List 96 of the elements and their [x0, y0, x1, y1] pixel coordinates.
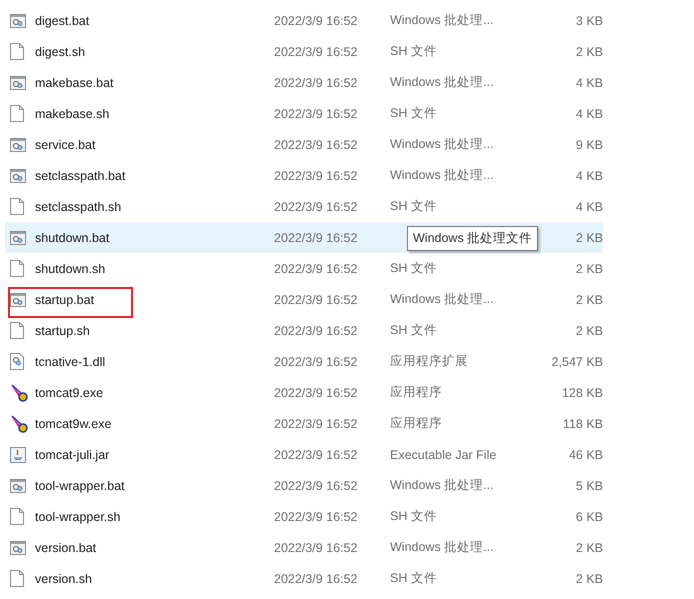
- file-type: SH 文件: [390, 106, 437, 120]
- file-size: 2 KB: [576, 44, 603, 58]
- file-name[interactable]: makebase.bat: [35, 76, 114, 90]
- tooltip: Windows 批处理文件: [407, 226, 538, 251]
- batch-file-icon: [10, 12, 26, 28]
- document-icon: [10, 570, 24, 587]
- feather-icon: [10, 414, 28, 432]
- document-icon: [10, 508, 24, 525]
- file-name[interactable]: digest.sh: [35, 44, 86, 58]
- batch-file-icon: [10, 230, 26, 246]
- file-size: 2 KB: [576, 324, 603, 338]
- file-name[interactable]: setclasspath.sh: [35, 200, 122, 214]
- file-size: 2 KB: [576, 262, 603, 276]
- modified-date: 2022/3/9 16:52: [274, 138, 358, 152]
- modified-date: 2022/3/9 16:52: [274, 14, 358, 28]
- file-name[interactable]: digest.bat: [35, 14, 90, 28]
- batch-file-icon: [10, 74, 26, 90]
- modified-date: 2022/3/9 16:52: [274, 200, 358, 214]
- file-type: SH 文件: [390, 261, 437, 275]
- file-name[interactable]: version.sh: [35, 572, 92, 586]
- batch-file-icon: [10, 292, 26, 308]
- file-size: 9 KB: [576, 138, 603, 152]
- file-type: Windows 批处理...: [390, 75, 494, 89]
- modified-date: 2022/3/9 16:52: [274, 448, 358, 462]
- file-size: 5 KB: [576, 478, 603, 492]
- file-name[interactable]: tool-wrapper.bat: [35, 478, 125, 492]
- file-size: 6 KB: [576, 510, 603, 524]
- file-size: 4 KB: [576, 168, 603, 182]
- file-size: 46 KB: [568, 448, 603, 462]
- file-type: 应用程序: [390, 385, 442, 399]
- modified-date: 2022/3/9 16:52: [274, 540, 358, 554]
- batch-file-icon: [10, 478, 26, 494]
- file-size: 2 KB: [576, 572, 603, 586]
- document-icon: [10, 43, 24, 60]
- file-name[interactable]: setclasspath.bat: [35, 168, 126, 182]
- file-type: Windows 批处理...: [390, 292, 494, 306]
- file-name[interactable]: shutdown.sh: [35, 262, 106, 276]
- file-type: Windows 批处理...: [390, 478, 494, 492]
- file-size: 4 KB: [576, 200, 603, 214]
- modified-date: 2022/3/9 16:52: [274, 354, 358, 368]
- file-type: SH 文件: [390, 199, 437, 213]
- file-size: 2 KB: [576, 540, 603, 554]
- batch-file-icon: [10, 168, 26, 184]
- modified-date: 2022/3/9 16:52: [274, 478, 358, 492]
- file-row[interactable]: shutdown.bat 2022/3/9 16:52 Windows 批处理文件 2 KB: [5, 222, 603, 253]
- file-type: SH 文件: [390, 509, 437, 523]
- feather-icon: [10, 384, 28, 402]
- batch-file-icon: [10, 540, 26, 556]
- file-size: 3 KB: [576, 14, 603, 28]
- modified-date: 2022/3/9 16:52: [274, 386, 358, 400]
- document-icon: [10, 322, 24, 339]
- file-size: 2 KB: [576, 230, 603, 244]
- file-name[interactable]: tcnative-1.dll: [35, 354, 106, 368]
- file-name[interactable]: makebase.sh: [35, 106, 110, 120]
- modified-date: 2022/3/9 16:52: [274, 44, 358, 58]
- document-icon: [10, 105, 24, 122]
- file-name[interactable]: tool-wrapper.sh: [35, 510, 120, 524]
- file-type: SH 文件: [390, 571, 437, 585]
- file-name[interactable]: tomcat9.exe: [35, 386, 104, 400]
- file-name[interactable]: service.bat: [35, 138, 96, 152]
- file-type: Executable Jar File: [390, 448, 496, 462]
- file-size: 2 KB: [576, 292, 603, 306]
- file-name[interactable]: startup.sh: [35, 324, 90, 338]
- java-file-icon: [10, 446, 26, 462]
- file-name[interactable]: startup.bat: [35, 292, 94, 306]
- file-type: 应用程序: [390, 416, 442, 430]
- file-size: 4 KB: [576, 76, 603, 90]
- modified-date: 2022/3/9 16:52: [274, 106, 358, 120]
- file-type: SH 文件: [390, 323, 437, 337]
- file-name[interactable]: tomcat-juli.jar: [35, 448, 110, 462]
- modified-date: 2022/3/9 16:52: [274, 262, 358, 276]
- file-name[interactable]: tomcat9w.exe: [35, 416, 112, 430]
- file-type: Windows 批处理...: [390, 540, 494, 554]
- document-icon: [10, 198, 24, 215]
- file-size: 128 KB: [562, 386, 603, 400]
- file-size: 118 KB: [562, 416, 603, 430]
- file-type: Windows 批处理...: [390, 13, 494, 27]
- file-type: Windows 批处理...: [390, 137, 494, 151]
- modified-date: 2022/3/9 16:52: [274, 292, 358, 306]
- modified-date: 2022/3/9 16:52: [274, 76, 358, 90]
- file-name[interactable]: shutdown.bat: [35, 230, 110, 244]
- file-name[interactable]: version.bat: [35, 540, 96, 554]
- batch-file-icon: [10, 136, 26, 152]
- file-size: 2,547 KB: [552, 354, 603, 368]
- modified-date: 2022/3/9 16:52: [274, 324, 358, 338]
- document-icon: [10, 260, 24, 277]
- modified-date: 2022/3/9 16:52: [274, 230, 358, 244]
- modified-date: 2022/3/9 16:52: [274, 572, 358, 586]
- file-type: 应用程序扩展: [390, 354, 468, 368]
- file-type: Windows 批处理...: [390, 168, 494, 182]
- modified-date: 2022/3/9 16:52: [274, 168, 358, 182]
- gear-document-icon: [10, 353, 24, 370]
- file-type: SH 文件: [390, 44, 437, 58]
- modified-date: 2022/3/9 16:52: [274, 416, 358, 430]
- modified-date: 2022/3/9 16:52: [274, 510, 358, 524]
- file-size: 4 KB: [576, 106, 603, 120]
